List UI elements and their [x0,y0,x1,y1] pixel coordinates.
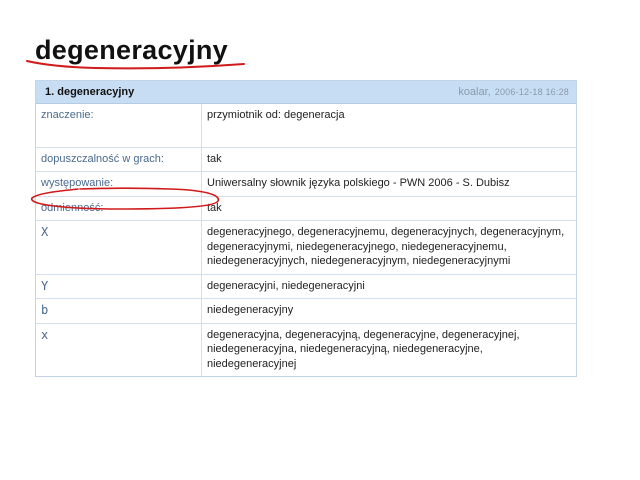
table-row: b niedegeneracyjny [36,298,576,323]
entry-date: 2006-12-18 16:28 [494,87,569,97]
row-value: tak [201,195,576,221]
entry-properties-table: znaczenie: przymiotnik od: degeneracja d… [36,104,576,376]
row-label: x [36,322,202,376]
row-value: przymiotnik od: degeneracja [207,109,345,121]
table-row: X degeneracyjnego, degeneracyjnemu, dege… [36,220,576,274]
row-label: występowanie: [36,171,202,196]
entry-title[interactable]: 1. degeneracyjny [45,86,134,98]
table-row: odmienność: tak [36,195,576,221]
row-value: degeneracyjnego, degeneracyjnemu, degene… [201,220,576,274]
row-value: niedegeneracyjny [201,298,576,323]
table-row: dopuszczalność w grach: tak [36,146,576,172]
table-row: x degeneracyjna, degeneracyjną, degenera… [36,322,576,376]
table-row: Y degeneracyjni, niedegeneracyjni [36,273,576,299]
entry-header: 1. degeneracyjny koalar, 2006-12-18 16:28 [36,81,576,104]
entry-meta: koalar, 2006-12-18 16:28 [458,86,569,98]
row-label: odmienność: [36,195,202,221]
table-row: występowanie: Uniwersalny słownik języka… [36,171,576,196]
row-value: tak [201,146,576,172]
row-label: X [36,220,202,274]
row-value: Uniwersalny słownik języka polskiego - P… [201,171,576,196]
dictionary-entry: 1. degeneracyjny koalar, 2006-12-18 16:28… [35,80,577,377]
row-label: znaczenie: [36,104,202,147]
entry-author[interactable]: koalar, [458,86,490,98]
row-value: degeneracyjna, degeneracyjną, degeneracy… [201,322,576,376]
row-label: b [36,298,202,323]
table-row: znaczenie: przymiotnik od: degeneracja [36,104,576,147]
row-label: Y [36,273,202,299]
page-title: degeneracyjny [35,35,228,65]
row-value: degeneracyjni, niedegeneracyjni [201,273,576,299]
row-label: dopuszczalność w grach: [36,146,202,172]
